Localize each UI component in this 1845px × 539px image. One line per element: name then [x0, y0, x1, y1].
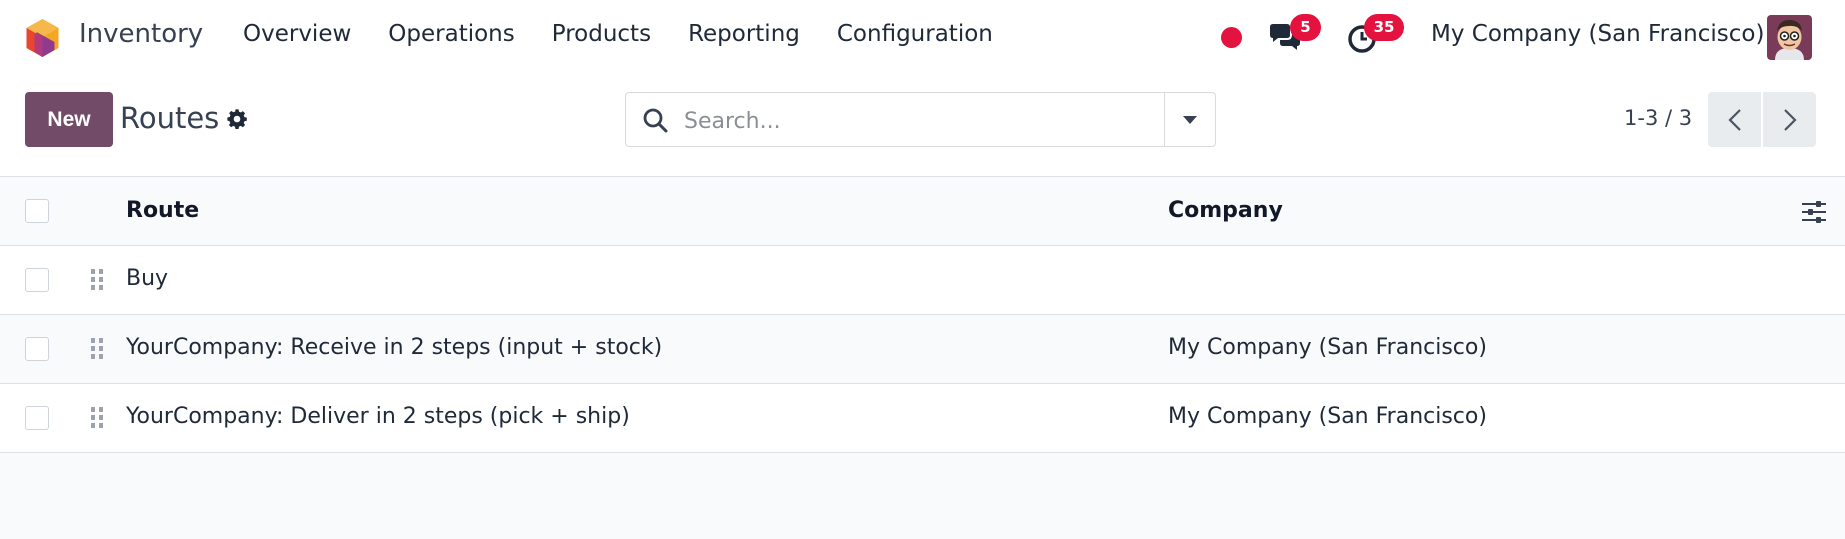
page-title[interactable]: Routes: [120, 101, 219, 135]
pager-previous-button[interactable]: [1708, 92, 1761, 147]
route-name-cell: YourCompany: Receive in 2 steps (input +…: [126, 335, 663, 360]
app-logo-icon: [26, 19, 59, 57]
drag-handle-icon[interactable]: [89, 405, 105, 431]
column-settings-icon[interactable]: [1801, 199, 1827, 225]
chevron-right-icon: [1783, 108, 1797, 131]
row-checkbox[interactable]: [25, 337, 49, 361]
menu-overview[interactable]: Overview: [243, 21, 351, 47]
table-row[interactable]: YourCompany: Deliver in 2 steps (pick + …: [0, 384, 1845, 453]
caret-down-icon: [1183, 115, 1197, 124]
row-checkbox[interactable]: [25, 406, 49, 430]
menu-products[interactable]: Products: [552, 21, 651, 47]
search-options-toggle[interactable]: [1164, 93, 1215, 146]
menu-reporting[interactable]: Reporting: [688, 21, 800, 47]
table-header: Route Company: [0, 176, 1845, 246]
messages-badge: 5: [1290, 14, 1321, 41]
menu-configuration[interactable]: Configuration: [837, 21, 993, 47]
pager-next-button[interactable]: [1763, 92, 1816, 147]
table-row[interactable]: YourCompany: Receive in 2 steps (input +…: [0, 315, 1845, 384]
avatar-icon: [1767, 15, 1812, 60]
user-avatar[interactable]: [1767, 15, 1812, 60]
route-name-cell: YourCompany: Deliver in 2 steps (pick + …: [126, 404, 630, 429]
routes-table: Route Company Buy YourCompany: Receive i…: [0, 176, 1845, 453]
table-row[interactable]: Buy: [0, 246, 1845, 315]
column-header-route[interactable]: Route: [126, 198, 199, 223]
search-input[interactable]: [682, 103, 1186, 139]
select-all-checkbox[interactable]: [25, 199, 49, 223]
search-bar: [625, 92, 1216, 147]
route-name-cell: Buy: [126, 266, 169, 291]
activities-badge: 35: [1364, 14, 1404, 41]
row-checkbox[interactable]: [25, 268, 49, 292]
menu-operations[interactable]: Operations: [388, 21, 514, 47]
app-logo[interactable]: [24, 18, 61, 58]
main-menu: Overview Operations Products Reporting C…: [243, 21, 1030, 47]
new-button[interactable]: New: [25, 92, 113, 147]
top-navbar: Inventory Overview Operations Products R…: [0, 0, 1845, 75]
column-header-company[interactable]: Company: [1168, 198, 1283, 223]
chevron-left-icon: [1727, 108, 1741, 131]
app-name[interactable]: Inventory: [79, 19, 203, 49]
drag-handle-icon[interactable]: [89, 336, 105, 362]
gear-icon[interactable]: [226, 108, 248, 130]
search-icon: [643, 108, 668, 133]
company-cell: My Company (San Francisco): [1168, 335, 1487, 360]
company-switcher[interactable]: My Company (San Francisco): [1431, 21, 1764, 47]
company-cell: My Company (San Francisco): [1168, 404, 1487, 429]
status-indicator[interactable]: [1221, 27, 1242, 48]
drag-handle-icon[interactable]: [89, 267, 105, 293]
pager-value[interactable]: 1-3 / 3: [1624, 106, 1692, 130]
